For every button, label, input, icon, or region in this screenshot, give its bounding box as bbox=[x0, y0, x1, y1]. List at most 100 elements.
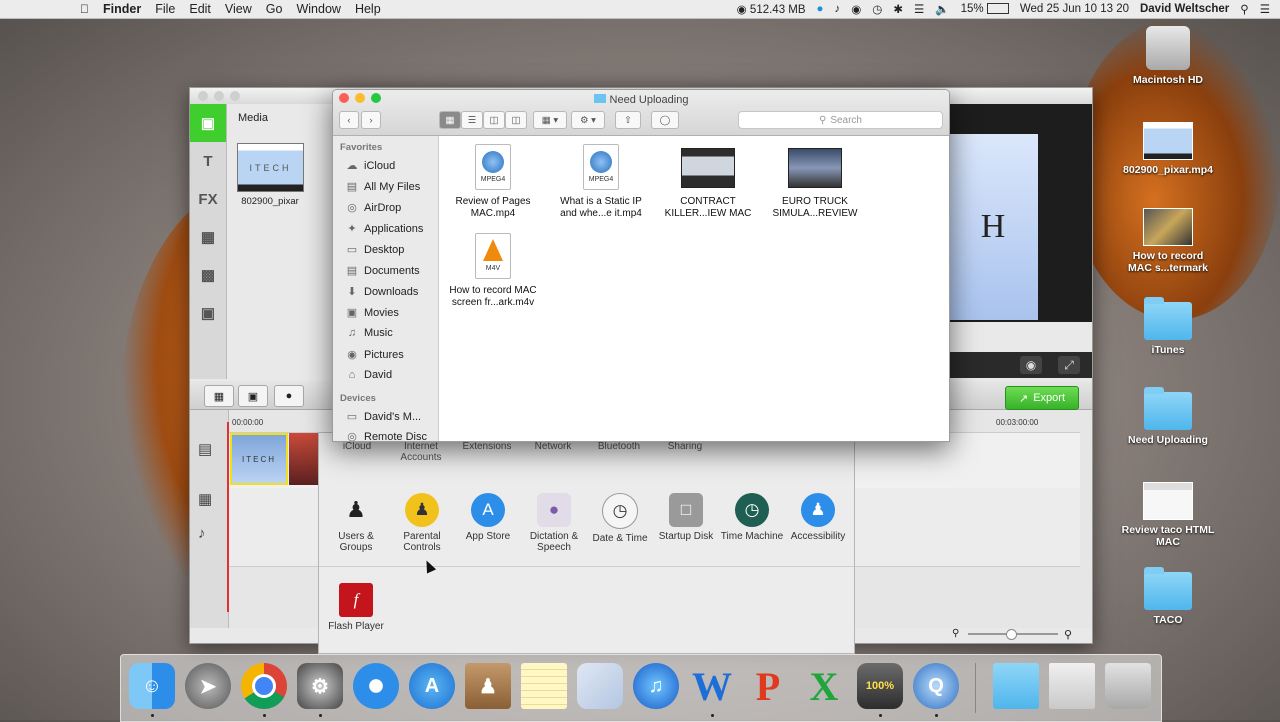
zoom-knob[interactable] bbox=[1006, 629, 1017, 640]
desktop-how-to-record[interactable]: How to record MAC s...termark bbox=[1120, 208, 1216, 274]
pref-accessibility[interactable]: ♟ Accessibility bbox=[785, 493, 851, 542]
crop-tool-icon[interactable]: ▦ bbox=[204, 385, 234, 407]
sidebar-item-davids-mac[interactable]: ▭ David's M... bbox=[345, 410, 421, 424]
pref-flash-player[interactable]: f Flash Player bbox=[323, 583, 389, 632]
playhead[interactable] bbox=[227, 422, 229, 612]
launchpad-dock-icon[interactable]: ➤ bbox=[185, 663, 231, 709]
pref-extensions[interactable]: Extensions bbox=[457, 441, 517, 452]
search-field[interactable]: ⚲ Search bbox=[738, 111, 943, 129]
downloads-stack-dock-icon[interactable] bbox=[993, 663, 1039, 709]
media-tab-icon[interactable]: ▣ bbox=[190, 104, 226, 142]
apple-menu-icon[interactable]:  bbox=[80, 2, 89, 16]
notification-center-icon[interactable]: ☰ bbox=[1260, 2, 1270, 16]
desktop-pixar-video[interactable]: 802900_pixar.mp4 bbox=[1120, 122, 1216, 176]
file-item[interactable]: MPEG4 Review of Pages MAC.mp4 bbox=[443, 144, 543, 220]
column-view-button[interactable]: ◫ bbox=[483, 111, 505, 129]
sidebar-item-applications[interactable]: ✦ Applications bbox=[345, 222, 423, 236]
safari-dock-icon[interactable] bbox=[353, 663, 399, 709]
pref-internet-accounts[interactable]: Internet Accounts bbox=[391, 441, 451, 463]
desktop-need-uploading-folder[interactable]: Need Uploading bbox=[1120, 387, 1216, 446]
system-preferences-dock-icon[interactable]: ⚙ bbox=[297, 663, 343, 709]
pref-dictation-speech[interactable]: ● Dictation & Speech bbox=[521, 493, 587, 553]
record-voice-icon[interactable]: ● bbox=[274, 385, 304, 407]
sidebar-item-documents[interactable]: ▤ Documents bbox=[345, 264, 420, 278]
pref-users-groups[interactable]: ♟ Users & Groups bbox=[323, 493, 389, 553]
pref-network[interactable]: Network bbox=[523, 441, 583, 452]
menu-view[interactable]: View bbox=[225, 2, 252, 16]
sidebar-item-all-my-files[interactable]: ▤ All My Files bbox=[345, 180, 420, 194]
sidebar-item-airdrop[interactable]: ◎ AirDrop bbox=[345, 201, 401, 215]
sidebar-item-icloud[interactable]: ☁ iCloud bbox=[345, 159, 396, 173]
zoom-out-icon[interactable]: ⚲ bbox=[952, 628, 959, 639]
notes-dock-icon[interactable] bbox=[521, 663, 567, 709]
zoom-in-icon[interactable]: ⚲ bbox=[1064, 628, 1072, 641]
contacts-dock-icon[interactable]: ♟ bbox=[465, 663, 511, 709]
finder-dock-icon[interactable]: ☺ bbox=[129, 663, 175, 709]
time-machine-menu-icon[interactable]: ◷ bbox=[872, 2, 882, 16]
editor-zoom-button[interactable] bbox=[230, 91, 240, 101]
sidebar-item-pictures[interactable]: ◉ Pictures bbox=[345, 348, 404, 362]
user-name[interactable]: David Weltscher bbox=[1140, 3, 1229, 15]
menu-window[interactable]: Window bbox=[296, 2, 340, 16]
wifi-icon[interactable]: ☰ bbox=[914, 2, 924, 16]
transitions-tab-icon[interactable]: ▦ bbox=[190, 218, 226, 256]
media-clip-thumbnail[interactable]: ITECH bbox=[237, 143, 304, 192]
editor-minimize-button[interactable] bbox=[214, 91, 224, 101]
menu-edit[interactable]: Edit bbox=[189, 2, 211, 16]
pref-time-machine[interactable]: ◷ Time Machine bbox=[719, 493, 785, 542]
pref-sharing[interactable]: Sharing bbox=[655, 441, 715, 452]
pref-bluetooth[interactable]: Bluetooth bbox=[589, 441, 649, 452]
back-button[interactable]: ‹ bbox=[339, 111, 359, 129]
menu-help[interactable]: Help bbox=[355, 2, 381, 16]
menu-file[interactable]: File bbox=[155, 2, 175, 16]
excel-dock-icon[interactable]: X bbox=[801, 663, 847, 709]
fx-tab-icon[interactable]: FX bbox=[190, 180, 226, 218]
forward-button[interactable]: › bbox=[361, 111, 381, 129]
desktop-review-taco[interactable]: Review taco HTML MAC bbox=[1120, 482, 1216, 548]
elements-tab-icon[interactable]: ▩ bbox=[190, 256, 226, 294]
list-view-button[interactable]: ☰ bbox=[461, 111, 483, 129]
pref-date-time[interactable]: ◷ Date & Time bbox=[587, 493, 653, 544]
pref-parental-controls[interactable]: ♟ Parental Controls bbox=[389, 493, 455, 553]
menu-app-name[interactable]: Finder bbox=[103, 2, 141, 16]
arrange-button[interactable]: ▦ ▾ bbox=[533, 111, 567, 129]
bluetooth-icon[interactable]: ✱ bbox=[893, 2, 903, 16]
pref-icloud[interactable]: iCloud bbox=[327, 441, 387, 452]
pref-app-store[interactable]: A App Store bbox=[455, 493, 521, 542]
sidebar-item-music[interactable]: ♫ Music bbox=[345, 327, 393, 339]
icon-view-button[interactable]: ▦ bbox=[439, 111, 461, 129]
spotlight-icon[interactable]: ⚲ bbox=[1240, 2, 1248, 16]
volume-icon[interactable]: 🔈 bbox=[935, 2, 949, 16]
app-store-dock-icon[interactable]: A bbox=[409, 663, 455, 709]
desktop-taco-folder[interactable]: TACO bbox=[1120, 567, 1216, 626]
desktop-itunes-folder[interactable]: iTunes bbox=[1120, 297, 1216, 356]
trash-dock-icon[interactable] bbox=[1105, 663, 1151, 709]
quicktime-dock-icon[interactable]: Q bbox=[913, 663, 959, 709]
sidebar-item-david[interactable]: ⌂ David bbox=[345, 369, 392, 381]
file-item[interactable]: MPEG4 What is a Static IP and whe...e it… bbox=[551, 144, 651, 220]
sidebar-item-downloads[interactable]: ⬇ Downloads bbox=[345, 285, 418, 299]
action-gear-icon[interactable]: ⚙ ▾ bbox=[571, 111, 605, 129]
sidebar-item-movies[interactable]: ▣ Movies bbox=[345, 306, 399, 320]
clock-display[interactable]: Wed 25 Jun 10 13 20 bbox=[1020, 3, 1129, 15]
desktop-macintosh-hd[interactable]: Macintosh HD bbox=[1120, 26, 1216, 86]
battery-status[interactable]: 15% bbox=[961, 3, 1009, 15]
bell-icon[interactable]: ♪ bbox=[835, 3, 841, 15]
file-item[interactable]: M4V How to record MAC screen fr...ark.m4… bbox=[443, 233, 543, 309]
tags-icon[interactable]: ◯ bbox=[651, 111, 679, 129]
menu-go[interactable]: Go bbox=[266, 2, 283, 16]
powerpoint-dock-icon[interactable]: P bbox=[745, 663, 791, 709]
clip-tool-icon[interactable]: ▣ bbox=[238, 385, 268, 407]
sidebar-item-remote-disc[interactable]: ◎ Remote Disc bbox=[345, 430, 427, 442]
timeline-clip[interactable] bbox=[289, 433, 319, 485]
file-item[interactable]: EURO TRUCK SIMULA...REVIEW bbox=[765, 144, 865, 220]
export-button[interactable]: ↗ Export bbox=[1005, 386, 1079, 410]
fullscreen-icon[interactable]: ⤢ bbox=[1058, 356, 1080, 374]
battery-monitor-dock-icon[interactable]: 100% bbox=[857, 663, 903, 709]
share-icon[interactable]: ⇧ bbox=[615, 111, 641, 129]
word-dock-icon[interactable]: W bbox=[689, 663, 735, 709]
snapshot-camera-icon[interactable]: ◉ bbox=[1020, 356, 1042, 374]
editor-close-button[interactable] bbox=[198, 91, 208, 101]
itunes-dock-icon[interactable]: ♫ bbox=[633, 663, 679, 709]
record-icon[interactable]: ◉ bbox=[851, 2, 861, 16]
